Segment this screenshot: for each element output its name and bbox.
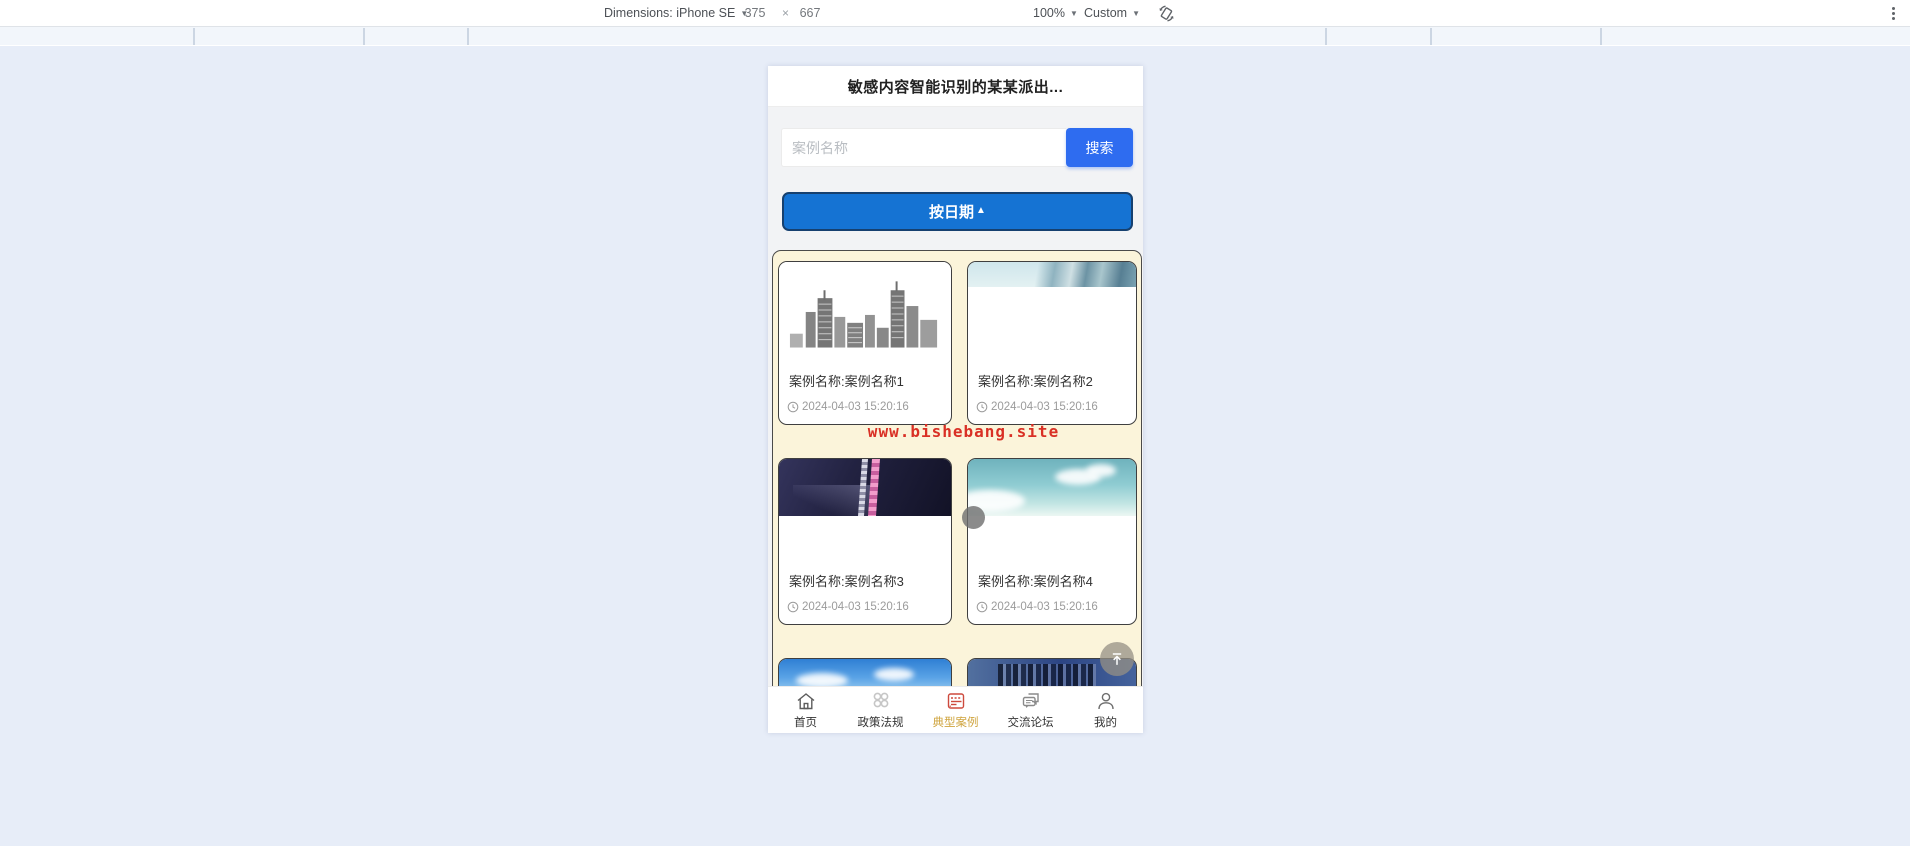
more-options-icon[interactable]: [1885, 5, 1901, 21]
tab-label: 首页: [794, 717, 817, 729]
back-to-top-button[interactable]: [1100, 642, 1134, 676]
home-icon: [797, 693, 814, 710]
case-timestamp: 2024-04-03 15:20:16: [991, 601, 1098, 613]
tab-policies[interactable]: 政策法规: [843, 687, 918, 733]
floating-drag-dot[interactable]: [962, 506, 985, 529]
media-query-divider: [363, 28, 365, 45]
case-time: 2024-04-03 15:20:16: [787, 401, 909, 413]
case-timestamp: 2024-04-03 15:20:16: [802, 401, 909, 413]
zoom-select[interactable]: 100% ▼: [1033, 0, 1078, 26]
clock-icon: [976, 401, 988, 413]
media-query-divider: [193, 28, 195, 45]
dimensions-separator: ×: [782, 6, 790, 20]
tab-forum[interactable]: 交流论坛: [993, 687, 1068, 733]
devtools-device-toolbar: Dimensions: iPhone SE▼ × 100% ▼ Custom ▼: [0, 0, 1910, 27]
case-time: 2024-04-03 15:20:16: [787, 601, 909, 613]
case-card[interactable]: 案例名称:案例名称2 2024-04-03 15:20:16: [967, 261, 1137, 425]
tab-bar: 首页 政策法规 典型案例 交流论坛 我的: [768, 686, 1143, 733]
search-button[interactable]: 搜索: [1066, 128, 1133, 167]
media-query-bar[interactable]: [0, 27, 1910, 46]
tab-label: 典型案例: [932, 717, 979, 729]
tab-label: 政策法规: [857, 717, 904, 729]
rotate-viewport-icon[interactable]: [1157, 4, 1176, 23]
sort-by-date-button[interactable]: 按日期 ▲: [782, 192, 1133, 231]
case-title: 案例名称:案例名称4: [978, 574, 1093, 589]
profile-icon: [1097, 692, 1114, 710]
case-title: 案例名称:案例名称2: [978, 374, 1093, 389]
throttling-value: Custom: [1084, 6, 1128, 20]
page-title: 敏感内容智能识别的某某派出...: [847, 78, 1064, 96]
page-title-bar: 敏感内容智能识别的某某派出...: [768, 66, 1143, 107]
viewport-width-input[interactable]: [738, 3, 772, 23]
case-time: 2024-04-03 15:20:16: [976, 601, 1098, 613]
case-image: [968, 459, 1136, 516]
case-time: 2024-04-03 15:20:16: [976, 401, 1098, 413]
media-query-divider: [1325, 28, 1327, 45]
throttling-select[interactable]: Custom ▼: [1084, 0, 1140, 26]
case-title: 案例名称:案例名称1: [789, 374, 904, 389]
clock-icon: [976, 601, 988, 613]
clock-icon: [787, 401, 799, 413]
case-card[interactable]: 案例名称:案例名称1 2024-04-03 15:20:16: [778, 261, 952, 425]
sort-ascending-icon: ▲: [976, 205, 986, 216]
tab-home[interactable]: 首页: [768, 687, 843, 733]
case-title: 案例名称:案例名称3: [789, 574, 904, 589]
chevron-down-icon: ▼: [1069, 9, 1078, 18]
viewport-height-input[interactable]: [793, 3, 827, 23]
city-skyline-illustration: [789, 281, 938, 348]
cases-panel: 案例名称:案例名称1 2024-04-03 15:20:16 案例名称:案例名称…: [772, 250, 1142, 733]
tab-typical-cases[interactable]: 典型案例: [918, 687, 993, 733]
case-image: [779, 459, 951, 516]
watermark-text: www.bishebang.site: [867, 422, 1060, 441]
search-bar: 搜索: [781, 128, 1133, 167]
clock-icon: [787, 601, 799, 613]
tab-label: 交流论坛: [1007, 717, 1054, 729]
grid-circles-icon: [873, 692, 888, 708]
device-viewport: 敏感内容智能识别的某某派出... 搜索 按日期 ▲: [768, 66, 1143, 733]
sort-by-date-label: 按日期: [929, 204, 975, 221]
media-query-divider: [1430, 28, 1432, 45]
media-query-divider: [1600, 28, 1602, 45]
case-image: [779, 262, 951, 350]
case-image: [968, 262, 1136, 287]
tab-profile[interactable]: 我的: [1068, 687, 1143, 733]
case-timestamp: 2024-04-03 15:20:16: [991, 401, 1098, 413]
zoom-value: 100%: [1033, 6, 1065, 20]
case-list-icon: [947, 693, 964, 709]
media-query-divider: [467, 28, 469, 45]
forum-bubbles-icon: [1022, 693, 1039, 708]
device-type-label: Dimensions: iPhone SE: [604, 6, 736, 20]
search-input[interactable]: [781, 128, 1066, 167]
case-card[interactable]: 案例名称:案例名称3 2024-04-03 15:20:16: [778, 458, 952, 625]
device-type-select[interactable]: Dimensions: iPhone SE ▼: [604, 0, 748, 26]
case-card[interactable]: 案例名称:案例名称4 2024-04-03 15:20:16: [967, 458, 1137, 625]
browser-window: Dimensions: iPhone SE▼ × 100% ▼ Custom ▼: [0, 0, 1910, 846]
arrow-to-top-icon: [1112, 653, 1122, 665]
tab-label: 我的: [1094, 717, 1117, 729]
case-timestamp: 2024-04-03 15:20:16: [802, 601, 909, 613]
chevron-down-icon: ▼: [1132, 9, 1140, 18]
